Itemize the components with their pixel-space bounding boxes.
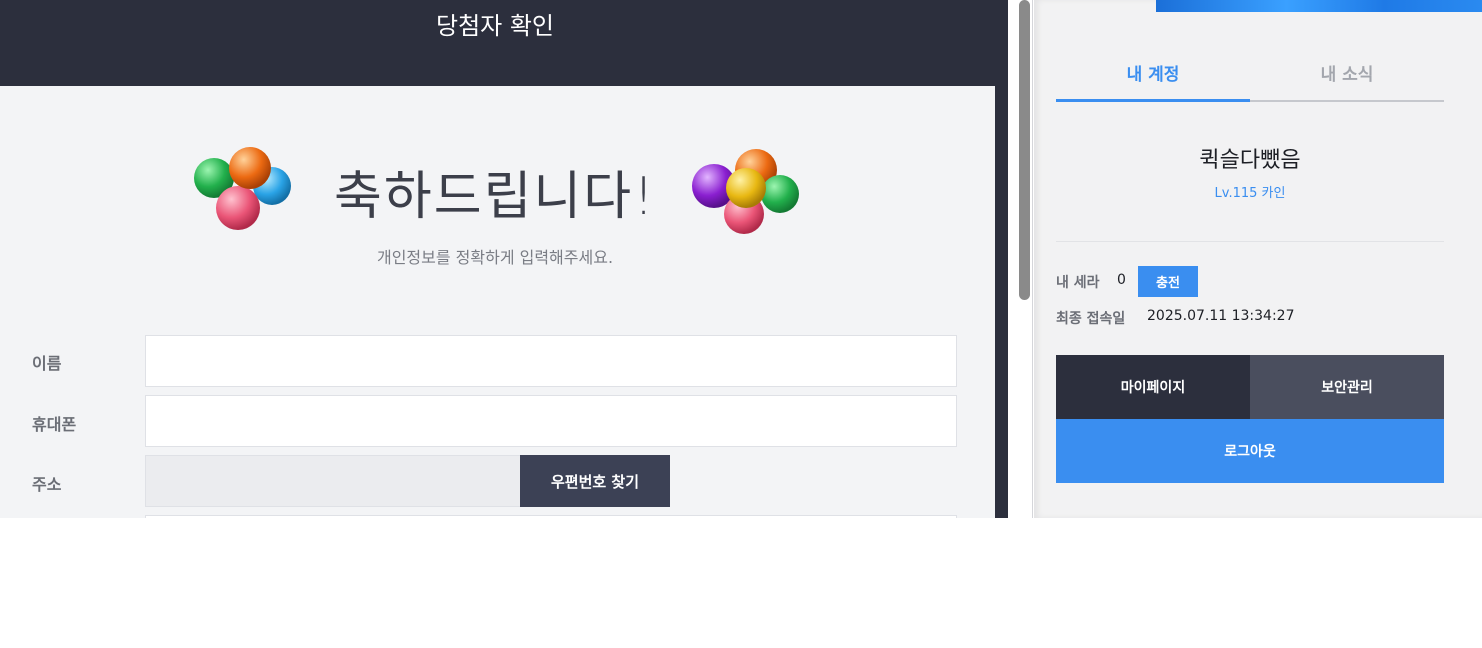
divider (1056, 241, 1444, 242)
banner-image[interactable] (1156, 0, 1482, 12)
address-label: 주소 (32, 475, 62, 494)
headline: 축하드립니다! (334, 167, 656, 227)
tab-active-indicator (1056, 99, 1250, 102)
logout-button[interactable]: 로그아웃 (1056, 419, 1444, 483)
name-field[interactable] (145, 335, 957, 387)
name-label: 이름 (32, 354, 62, 373)
modal-card: 축하드립니다! 개인정보를 정확하게 입력해주세요. 이름 휴대폰 주소 우편번… (0, 86, 995, 518)
last-login-time: 2025.07.11 13:34:27 (1147, 308, 1295, 324)
headline-row: 축하드립니다! (0, 146, 995, 236)
scrollbar-thumb[interactable] (1019, 0, 1030, 300)
modal-subtitle: 개인정보를 정확하게 입력해주세요. (376, 248, 614, 267)
address-detail-field[interactable] (145, 515, 957, 518)
charge-button[interactable]: 충전 (1138, 266, 1198, 297)
balloons-right-icon (692, 149, 799, 234)
security-settings-button[interactable]: 보안관리 (1250, 355, 1444, 419)
last-login-label: 최종 접속일 (1056, 311, 1126, 327)
tab-my-account[interactable]: 내 계정 (1056, 60, 1250, 85)
user-nickname: 퀵슬다뺐음 (1199, 148, 1301, 173)
page: 당첨자 확인 축하드립니다! 개인정보를 정확하게 입력해주세요. 이름 휴대폰… (0, 0, 1482, 518)
phone-field[interactable] (145, 395, 957, 447)
find-zipcode-button[interactable]: 우편번호 찾기 (520, 455, 670, 507)
tab-my-news[interactable]: 내 소식 (1250, 60, 1444, 85)
character-level: Lv.115 카인 (1214, 186, 1286, 201)
sera-label: 내 세라 (1056, 275, 1100, 291)
phone-label: 휴대폰 (32, 415, 77, 434)
zipcode-field[interactable] (145, 455, 521, 507)
mypage-button[interactable]: 마이페이지 (1056, 355, 1250, 419)
modal-title: 당첨자 확인 (435, 12, 555, 40)
sera-balance: 0 (1117, 272, 1126, 288)
tab-divider (1250, 100, 1444, 102)
